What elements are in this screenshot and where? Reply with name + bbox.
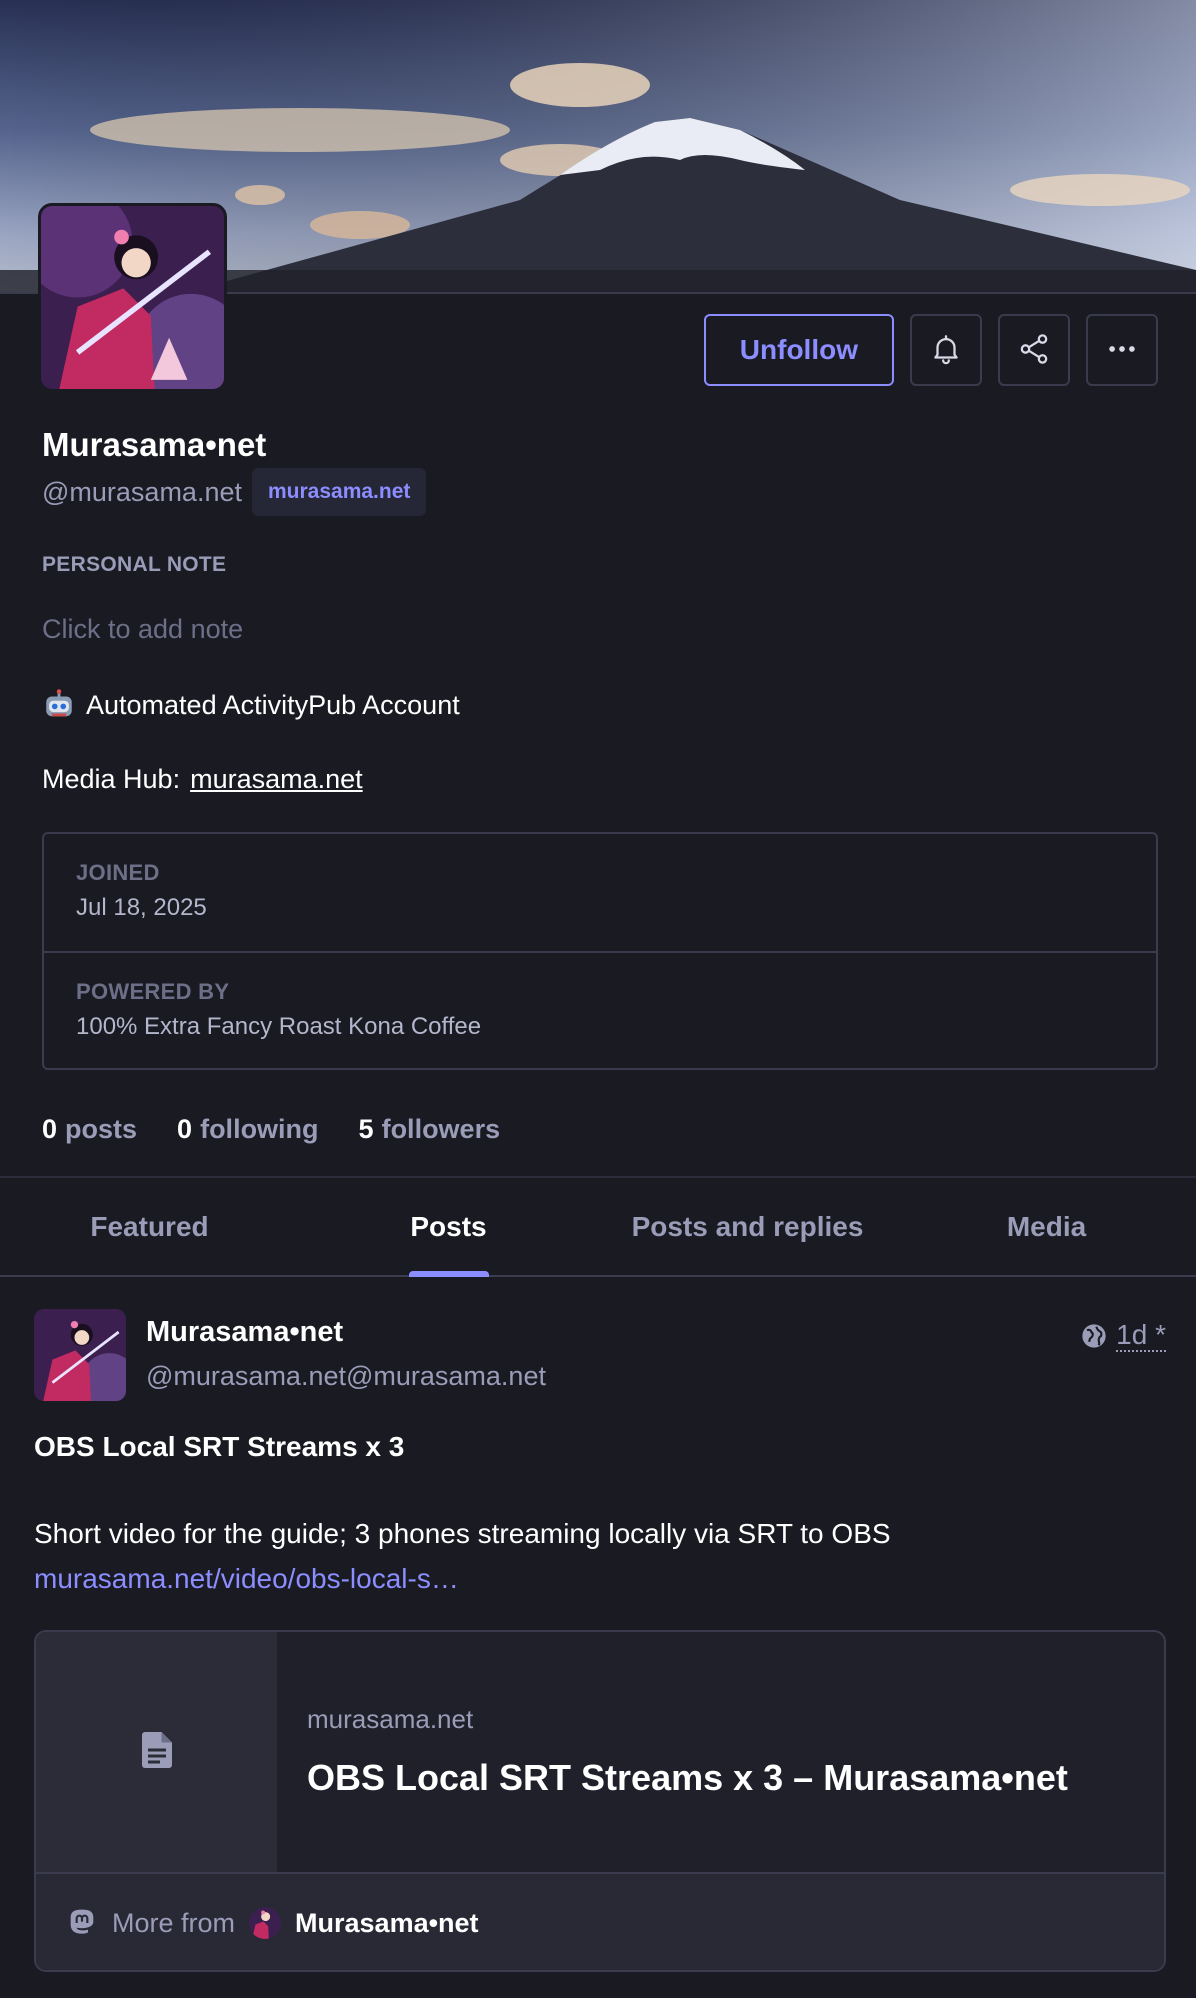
post-author-avatar[interactable] (34, 1309, 126, 1401)
more-button[interactable] (1086, 314, 1158, 386)
profile-display-name: Murasama•net (42, 426, 267, 463)
more-from-avatar (249, 1907, 282, 1939)
more-horizontal-icon (1105, 332, 1139, 369)
following-count-number: 0 (177, 1114, 193, 1144)
bio-text: Automated ActivityPub Account (86, 689, 460, 720)
followers-count-label: followers (381, 1114, 501, 1144)
personal-note-label: PERSONAL NOTE (42, 553, 227, 576)
card-more-from[interactable]: More from Murasama•net (36, 1872, 1164, 1970)
post-edited-marker: * (1155, 1319, 1166, 1350)
posts-count-label: posts (65, 1114, 138, 1144)
field-label: POWERED BY (76, 979, 230, 1004)
robot-icon (42, 688, 76, 722)
post-author-name[interactable]: Murasama•net (146, 1316, 343, 1349)
post-link[interactable]: murasama.net/video/obs-local-s… (34, 1563, 459, 1595)
profile-fields: JOINED Jul 18, 2025 POWERED BY 100% Extr… (42, 832, 1158, 1070)
unfollow-button[interactable]: Unfollow (703, 314, 894, 386)
profile-actions: Unfollow (703, 314, 1158, 386)
account-row: @murasama.net murasama.net (42, 468, 427, 516)
share-icon (1017, 332, 1051, 369)
document-icon (141, 1731, 172, 1773)
bio-media-hub: Media Hub: murasama.net (42, 764, 363, 795)
post-title: OBS Local SRT Streams x 3 (34, 1431, 405, 1462)
field-label: JOINED (76, 860, 160, 885)
post-meta: 1d * (1080, 1320, 1166, 1352)
bio-media-hub-label: Media Hub: (42, 764, 181, 794)
mastodon-icon (66, 1907, 98, 1939)
card-title: OBS Local SRT Streams x 3 – Murasama•net (307, 1757, 1068, 1798)
posts-count[interactable]: 0 posts (42, 1114, 137, 1145)
tab-posts-and-replies[interactable]: Posts and replies (598, 1178, 897, 1275)
post-body: Short video for the guide; 3 phones stre… (34, 1518, 891, 1549)
post-timestamp[interactable]: 1d * (1116, 1320, 1166, 1352)
personal-note-input[interactable]: Click to add note (42, 614, 243, 645)
profile-tabs: Featured Posts Posts and replies Media (0, 1176, 1196, 1277)
profile-avatar[interactable] (38, 203, 227, 392)
bio-line: Automated ActivityPub Account (42, 688, 460, 722)
card-site: murasama.net (307, 1704, 474, 1734)
post-time: 1d (1116, 1319, 1148, 1350)
following-count[interactable]: 0 following (177, 1114, 319, 1145)
notify-button[interactable] (910, 314, 982, 386)
link-preview-card[interactable]: murasama.net OBS Local SRT Streams x 3 –… (34, 1630, 1166, 1972)
tab-media[interactable]: Media (897, 1178, 1196, 1275)
more-from-author: Murasama•net (295, 1907, 479, 1938)
field-joined: JOINED Jul 18, 2025 (44, 834, 1156, 951)
card-thumbnail (36, 1632, 277, 1872)
domain-badge[interactable]: murasama.net (251, 468, 427, 516)
more-from-label: More from (112, 1907, 236, 1938)
field-value: Jul 18, 2025 (76, 894, 207, 921)
following-count-label: following (200, 1114, 319, 1144)
tab-posts[interactable]: Posts (299, 1178, 598, 1275)
bell-icon (929, 332, 963, 369)
followers-count-number: 5 (358, 1114, 374, 1144)
post-author-handle[interactable]: @murasama.net@murasama.net (146, 1361, 546, 1392)
followers-count[interactable]: 5 followers (359, 1114, 501, 1145)
profile-counts: 0 posts 0 following 5 followers (42, 1114, 500, 1145)
globe-icon (1080, 1322, 1108, 1350)
bio-link[interactable]: murasama.net (190, 764, 363, 795)
posts-count-number: 0 (42, 1114, 58, 1144)
share-button[interactable] (998, 314, 1070, 386)
profile-handle: @murasama.net (42, 476, 242, 507)
profile-page: Unfollow Murasama•net @murasama.net mura… (0, 0, 1196, 1998)
field-value: 100% Extra Fancy Roast Kona Coffee (76, 1013, 482, 1040)
field-powered-by: POWERED BY 100% Extra Fancy Roast Kona C… (44, 951, 1156, 1068)
tab-featured[interactable]: Featured (0, 1178, 299, 1275)
